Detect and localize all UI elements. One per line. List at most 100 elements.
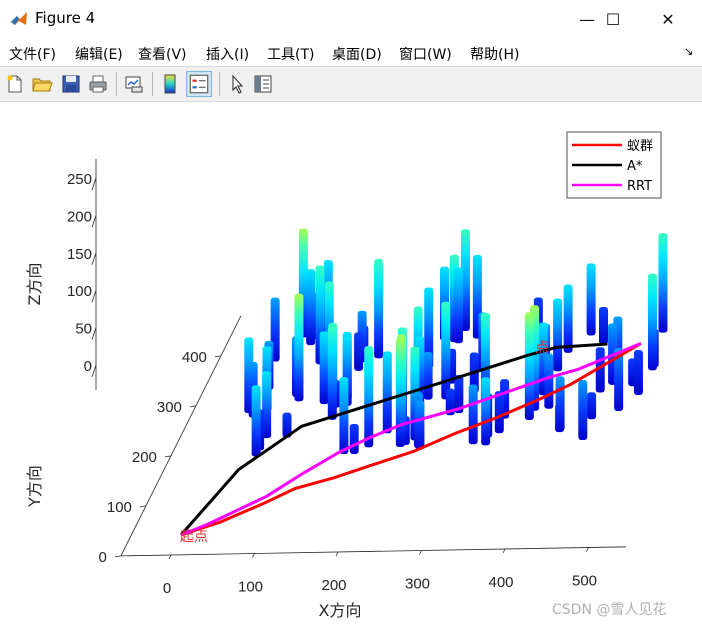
x-tick-label: 100 bbox=[238, 579, 263, 596]
obstacle-column bbox=[453, 267, 463, 344]
x-tick-label: 400 bbox=[488, 574, 513, 591]
y-tick-mark bbox=[114, 555, 121, 558]
obstacle-column bbox=[578, 380, 588, 440]
x-axis-line bbox=[120, 546, 627, 557]
menu-desktop[interactable]: 桌面(D) bbox=[332, 44, 382, 64]
matlab-logo-icon bbox=[11, 12, 27, 25]
link-plot-icon[interactable] bbox=[123, 73, 145, 95]
toolbar-separator bbox=[152, 72, 153, 96]
y-tick-label: 100 bbox=[107, 499, 132, 516]
legend-label-aco: 蚁群 bbox=[627, 139, 653, 154]
z-tick-mark bbox=[91, 327, 97, 340]
x-tick-label: 200 bbox=[321, 577, 346, 594]
figure-window: Figure 4 — ☐ ✕ 文件(F) 编辑(E) 查看(V) 插入(I) 工… bbox=[0, 0, 702, 628]
obstacle-column bbox=[481, 377, 491, 446]
toolbar-separator bbox=[116, 72, 117, 96]
z-tick-label: 0 bbox=[84, 358, 92, 375]
toolbar-separator bbox=[219, 72, 220, 96]
y-tick-label: 400 bbox=[182, 349, 207, 366]
open-file-icon[interactable] bbox=[31, 73, 53, 95]
obstacle-column bbox=[382, 351, 392, 434]
obstacle-column bbox=[294, 293, 304, 402]
y-tick-mark bbox=[214, 355, 221, 358]
z-tick-mark bbox=[91, 177, 97, 191]
z-tick-label: 200 bbox=[67, 208, 92, 225]
z-tick-mark bbox=[91, 252, 97, 265]
colorbar-icon[interactable] bbox=[160, 73, 182, 95]
obstacle-column bbox=[658, 233, 668, 333]
menu-overflow-icon[interactable]: ↘ bbox=[684, 45, 693, 58]
obstacle-column bbox=[468, 384, 478, 445]
property-editor-icon[interactable] bbox=[252, 73, 274, 95]
y-tick-label: 200 bbox=[132, 449, 157, 466]
new-figure-icon[interactable] bbox=[4, 73, 26, 95]
z-tick-mark bbox=[91, 215, 97, 228]
z-tick-mark bbox=[91, 364, 97, 378]
z-axis-label: Z方向 bbox=[25, 263, 44, 306]
legend[interactable]: 蚁群 A* RRT bbox=[566, 131, 662, 199]
window-title: Figure 4 bbox=[35, 9, 96, 27]
obstacle-column bbox=[319, 331, 329, 405]
obstacle-column bbox=[423, 351, 433, 400]
x-tick-label: 0 bbox=[163, 580, 171, 597]
obstacle-column bbox=[415, 400, 425, 450]
menu-insert[interactable]: 插入(I) bbox=[206, 44, 249, 64]
obstacle-column bbox=[327, 326, 337, 420]
x-tick-mark bbox=[586, 547, 589, 552]
watermark: CSDN @雪人见花 bbox=[552, 602, 666, 618]
obstacle-column bbox=[553, 298, 563, 372]
z-tick-label: 100 bbox=[67, 283, 92, 300]
menu-help[interactable]: 帮助(H) bbox=[470, 44, 519, 64]
menu-edit[interactable]: 编辑(E) bbox=[75, 44, 123, 64]
obstacle-column bbox=[563, 284, 573, 353]
z-tick-label: 250 bbox=[67, 171, 92, 188]
y-tick-mark bbox=[189, 405, 196, 408]
obstacle-column bbox=[395, 337, 405, 448]
figure-canvas[interactable]: 0 100 200 300 400 500 0 100 200 300 400 0 50 100 150 20… bbox=[0, 101, 702, 628]
start-point-label: 起点 bbox=[180, 529, 208, 545]
obstacle-column bbox=[633, 350, 643, 396]
z-tick-label: 150 bbox=[67, 246, 92, 263]
obstacle-column bbox=[374, 259, 384, 359]
z-tick-label: 50 bbox=[75, 321, 92, 338]
obstacle-column bbox=[349, 423, 359, 455]
obstacle-column bbox=[647, 273, 657, 371]
menu-view[interactable]: 查看(V) bbox=[138, 44, 187, 64]
y-axis-label: Y方向 bbox=[25, 465, 44, 508]
end-point-label: 点 bbox=[535, 340, 549, 356]
x-tick-label: 500 bbox=[572, 573, 597, 590]
x-tick-mark bbox=[252, 553, 255, 558]
legend-label-astar: A* bbox=[627, 159, 643, 174]
menu-file[interactable]: 文件(F) bbox=[9, 44, 56, 64]
obstacle-column bbox=[544, 353, 554, 409]
obstacle-column bbox=[364, 346, 374, 448]
obstacle-column bbox=[306, 269, 316, 346]
obstacle-column bbox=[599, 307, 609, 345]
legend-icon bbox=[189, 74, 209, 94]
obstacle-columns bbox=[244, 228, 668, 457]
legend-button[interactable] bbox=[186, 71, 212, 97]
obstacle-column bbox=[555, 404, 565, 433]
obstacle-column bbox=[354, 332, 364, 371]
close-button[interactable]: ✕ bbox=[645, 0, 691, 38]
y-tick-label: 0 bbox=[99, 549, 107, 566]
obstacle-column bbox=[586, 263, 596, 336]
x-tick-label: 300 bbox=[405, 576, 430, 593]
obstacle-column bbox=[587, 392, 597, 420]
obstacle-column bbox=[251, 385, 261, 457]
menu-window[interactable]: 窗口(W) bbox=[399, 44, 452, 64]
legend-label-rrt: RRT bbox=[627, 179, 652, 194]
menu-bar: 文件(F) 编辑(E) 查看(V) 插入(I) 工具(T) 桌面(D) 窗口(W… bbox=[0, 38, 702, 66]
y-tick-mark bbox=[139, 505, 146, 508]
y-tick-mark bbox=[164, 455, 171, 458]
plot-3d[interactable]: 0 100 200 300 400 500 0 100 200 300 400 0 50 100 150 20… bbox=[0, 101, 702, 628]
obstacle-column bbox=[494, 391, 504, 434]
menu-tools[interactable]: 工具(T) bbox=[267, 44, 314, 64]
x-tick-mark bbox=[502, 548, 506, 554]
print-icon[interactable] bbox=[87, 73, 109, 95]
obstacle-column bbox=[441, 301, 451, 400]
maximize-button[interactable]: ☐ bbox=[590, 0, 636, 38]
pointer-icon[interactable] bbox=[226, 73, 248, 95]
x-tick-mark bbox=[419, 550, 422, 555]
save-icon[interactable] bbox=[60, 73, 82, 95]
